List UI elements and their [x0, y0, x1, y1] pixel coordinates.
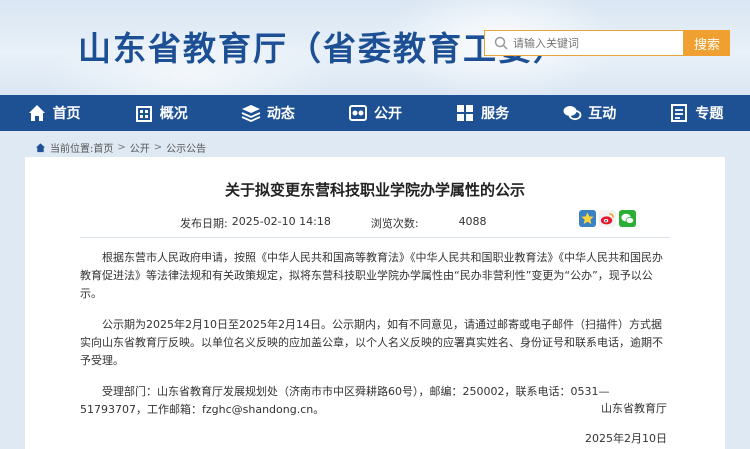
views-count: 4088: [458, 215, 487, 228]
nav-item-overview[interactable]: 概况: [107, 95, 214, 131]
breadcrumb: 当前位置: 首页 > 公开 > 公示公告: [35, 139, 206, 155]
nav-label: 专题: [695, 106, 724, 122]
article-paragraph: 公示期为2025年2月10日至2025年2月14日。公示期内，如有不同意见，请通…: [80, 318, 663, 367]
signature: 山东省教育厅: [601, 402, 667, 415]
share-wechat-icon[interactable]: [619, 210, 636, 227]
nav-item-news[interactable]: 动态: [214, 95, 321, 131]
breadcrumb-separator: >: [117, 141, 126, 153]
layers-icon: [241, 105, 261, 122]
breadcrumb-home[interactable]: 首页: [93, 140, 113, 155]
breadcrumb-open[interactable]: 公开: [130, 140, 150, 155]
sign-date: 2025年2月10日: [585, 432, 667, 445]
share-bar: [579, 210, 639, 227]
open-icon: [348, 105, 367, 121]
nav-label: 服务: [481, 106, 510, 122]
building-icon: [135, 106, 152, 122]
article-paragraph: 受理部门：山东省教育厅发展规划处（济南市市中区舜耕路60号），邮编：250002…: [80, 385, 610, 416]
nav-item-interact[interactable]: 互动: [536, 95, 643, 131]
article-body: 根据东营市人民政府申请，按照《中华人民共和国高等教育法》《中华人民共和国职业教育…: [80, 249, 670, 432]
divider: [80, 237, 670, 238]
article-paragraph: 根据东营市人民政府申请，按照《中华人民共和国高等教育法》《中华人民共和国职业教育…: [80, 251, 663, 300]
breadcrumb-notice[interactable]: 公示公告: [166, 140, 206, 155]
nav-item-home[interactable]: 首页: [0, 95, 107, 131]
views-label: 浏览次数:: [370, 217, 419, 230]
search-icon: [494, 36, 508, 50]
share-favorite-icon[interactable]: [579, 210, 596, 227]
article-panel: 关于拟变更东营科技职业学院办学属性的公示 发布日期: 2025-02-10 14…: [25, 157, 725, 449]
nav-label: 动态: [266, 106, 295, 122]
nav-item-topic[interactable]: 专题: [643, 95, 750, 131]
publish-date-label: 发布日期:: [180, 217, 228, 230]
nav-label: 概况: [159, 106, 188, 122]
search-button[interactable]: 搜索: [684, 30, 730, 56]
topic-icon: [671, 104, 688, 122]
nav-item-service[interactable]: 服务: [429, 95, 536, 131]
service-icon: [457, 105, 474, 121]
home-icon: [35, 142, 46, 152]
article-meta: 发布日期: 2025-02-10 14:18 浏览次数: 4088: [180, 215, 487, 231]
site-header: 山东省教育厅（省委教育工委） 搜索: [0, 0, 750, 95]
publish-date: 2025-02-10 14:18: [231, 215, 331, 228]
home-icon: [28, 105, 45, 121]
nav-label: 公开: [373, 106, 402, 122]
article-title: 关于拟变更东营科技职业学院办学属性的公示: [224, 181, 525, 199]
search-box[interactable]: [484, 30, 684, 56]
main-nav: 首页 概况 动态 公开 服务 互动 专题: [0, 95, 750, 131]
breadcrumb-prefix: 当前位置:: [50, 143, 94, 155]
search-input[interactable]: [513, 33, 678, 53]
nav-label: 首页: [52, 106, 81, 122]
nav-item-open[interactable]: 公开: [321, 95, 428, 131]
breadcrumb-separator: >: [153, 141, 163, 153]
nav-label: 互动: [588, 106, 617, 122]
chat-icon: [563, 106, 582, 121]
share-weibo-icon[interactable]: [599, 210, 616, 227]
